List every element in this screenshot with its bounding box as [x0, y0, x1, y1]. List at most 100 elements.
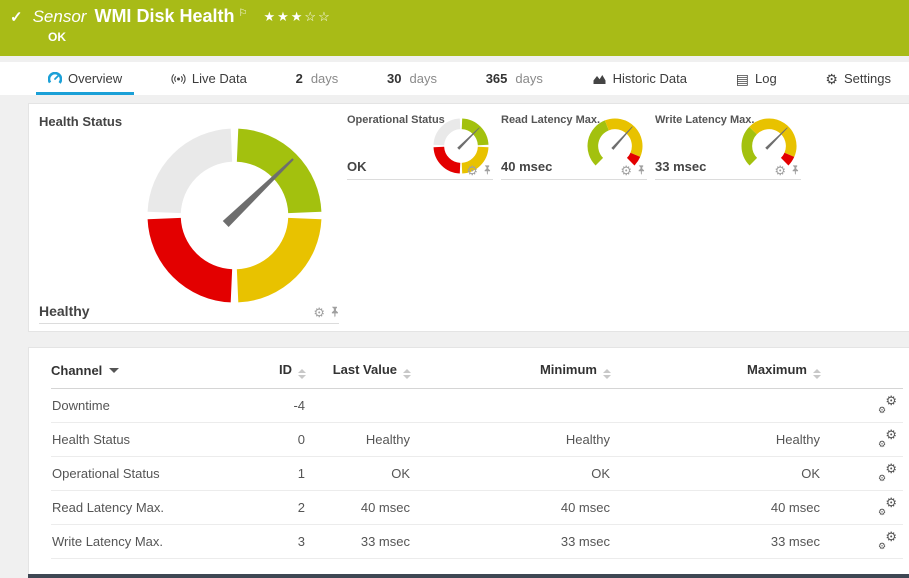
channel-settings-gear-icon[interactable]: ⚙	[620, 164, 632, 177]
channel-settings-gears-icon[interactable]: ⚙ ⚙	[877, 393, 897, 415]
channel-settings-gears-icon[interactable]: ⚙ ⚙	[877, 495, 897, 517]
table-row: Write Latency Max. 3 33 msec 33 msec 33 …	[51, 524, 903, 559]
channel-maximum: OK	[611, 456, 821, 491]
page-title: WMI Disk Health	[94, 6, 235, 26]
table-row: Read Latency Max. 2 40 msec 40 msec 40 m…	[51, 490, 903, 525]
pin-icon[interactable]	[330, 306, 339, 319]
tab-historic-data[interactable]: Historic Data	[580, 62, 699, 95]
channel-settings-gear-icon[interactable]: ⚙	[313, 306, 325, 319]
gauge-actions: ⚙	[620, 164, 645, 177]
next-panel-top-edge	[28, 574, 909, 578]
sort-icon	[403, 369, 411, 379]
channel-last-value: Healthy	[306, 422, 411, 457]
status-check-icon: ✓	[10, 8, 23, 26]
tab-label: days	[515, 71, 543, 86]
channel-id: 0	[241, 422, 306, 457]
tab-number: 30	[387, 71, 402, 86]
channel-name: Health Status	[51, 422, 241, 457]
column-header-maximum[interactable]: Maximum	[611, 352, 821, 389]
gauge-value: 33 msec	[655, 159, 707, 174]
channel-settings-gears-icon[interactable]: ⚙ ⚙	[877, 529, 897, 551]
tab-label: Live Data	[191, 71, 247, 86]
channel-last-value	[306, 388, 411, 423]
table-row: Downtime -4 ⚙ ⚙	[51, 388, 903, 423]
tab-number: 2	[295, 71, 303, 86]
table-row: Health Status 0 Healthy Healthy Healthy …	[51, 422, 903, 457]
health-status-gauge-block: Health Status Healthy ⚙	[39, 104, 339, 331]
channel-maximum: 40 msec	[611, 490, 821, 525]
channel-name: Read Latency Max.	[51, 490, 241, 525]
tab-settings[interactable]: ⚙ Settings	[813, 62, 903, 95]
column-header-last-value[interactable]: Last Value	[306, 352, 411, 389]
channel-id: 1	[241, 456, 306, 491]
gauge-title: Operational Status	[347, 114, 445, 126]
favorite-flag-icon[interactable]: ⚐	[238, 8, 247, 19]
priority-stars[interactable]: ★★★☆☆	[263, 9, 331, 25]
channel-settings-gear-icon[interactable]: ⚙	[774, 164, 786, 177]
tab-live-data[interactable]: Live Data	[159, 62, 259, 95]
column-label: ID	[279, 362, 292, 377]
channel-name: Downtime	[51, 388, 241, 423]
gauge-title: Health Status	[39, 114, 123, 129]
channel-settings-gears-icon[interactable]: ⚙ ⚙	[877, 427, 897, 449]
channel-minimum	[411, 388, 611, 423]
object-kind-label: Sensor	[32, 6, 87, 26]
tab-label: Settings	[843, 71, 891, 86]
column-header-channel[interactable]: Channel	[51, 352, 241, 389]
table-row: Operational Status 1 OK OK OK ⚙ ⚙	[51, 456, 903, 491]
sensor-status: OK	[48, 30, 66, 44]
tab-overview[interactable]: Overview	[36, 62, 135, 95]
channel-id: -4	[241, 388, 306, 423]
tab-2-days[interactable]: 2 days	[284, 62, 351, 95]
sort-icon	[298, 369, 306, 379]
channel-settings-gear-icon[interactable]: ⚙	[466, 164, 478, 177]
gauge-actions: ⚙	[774, 164, 799, 177]
pin-icon[interactable]	[483, 165, 491, 176]
channel-last-value: OK	[306, 456, 411, 491]
read-latency-gauge-block: Read Latency Max. 40 msec ⚙	[501, 104, 647, 180]
tab-label: days	[310, 71, 339, 86]
gauge-title: Read Latency Max.	[501, 114, 601, 126]
sort-icon	[813, 369, 821, 379]
tab-number: 365	[485, 71, 508, 86]
channel-minimum: 33 msec	[411, 524, 611, 559]
channel-minimum: Healthy	[411, 422, 611, 457]
gauge-value: OK	[347, 159, 367, 174]
channel-name: Operational Status	[51, 456, 241, 491]
operational-status-gauge-block: Operational Status OK ⚙	[347, 104, 493, 180]
column-header-minimum[interactable]: Minimum	[411, 352, 611, 389]
tab-log[interactable]: ▤ Log	[724, 62, 789, 95]
channel-maximum: 33 msec	[611, 524, 821, 559]
gauge-value: 40 msec	[501, 159, 553, 174]
write-latency-gauge-block: Write Latency Max. 33 msec ⚙	[655, 104, 801, 180]
area-chart-icon	[592, 72, 607, 86]
channel-settings-gears-icon[interactable]: ⚙ ⚙	[877, 461, 897, 483]
column-label: Channel	[51, 363, 103, 378]
tab-bar: Overview Live Data 2 days 30 days 365 da…	[0, 62, 909, 95]
channel-maximum: Healthy	[611, 422, 821, 457]
gauge-value: Healthy	[39, 303, 90, 319]
gauge-actions: ⚙	[313, 306, 339, 319]
channel-last-value: 33 msec	[306, 524, 411, 559]
tab-30-days[interactable]: 30 days	[375, 62, 449, 95]
column-header-id[interactable]: ID	[241, 352, 306, 389]
pin-icon[interactable]	[637, 165, 645, 176]
gear-icon: ⚙	[825, 70, 838, 87]
channels-panel: Channel ID Last Value Minimum Maximum Do…	[28, 347, 909, 578]
pin-icon[interactable]	[791, 165, 799, 176]
channel-table: Channel ID Last Value Minimum Maximum Do…	[51, 352, 903, 559]
broadcast-icon	[171, 72, 186, 86]
column-label: Minimum	[539, 362, 597, 377]
gauges-panel: Health Status Healthy ⚙ Operational Stat…	[28, 103, 909, 332]
column-header-actions	[821, 352, 903, 389]
tab-label: Log	[754, 71, 777, 86]
channel-minimum: 40 msec	[411, 490, 611, 525]
gauge-actions: ⚙	[466, 164, 491, 177]
gauge-title: Write Latency Max.	[655, 114, 755, 126]
column-label: Maximum	[747, 362, 807, 377]
sensor-header: ✓ Sensor WMI Disk Health ⚐ ★★★☆☆ OK	[0, 0, 909, 56]
channel-name: Write Latency Max.	[51, 524, 241, 559]
tab-365-days[interactable]: 365 days	[474, 62, 555, 95]
channel-minimum: OK	[411, 456, 611, 491]
sort-desc-icon	[109, 368, 120, 373]
